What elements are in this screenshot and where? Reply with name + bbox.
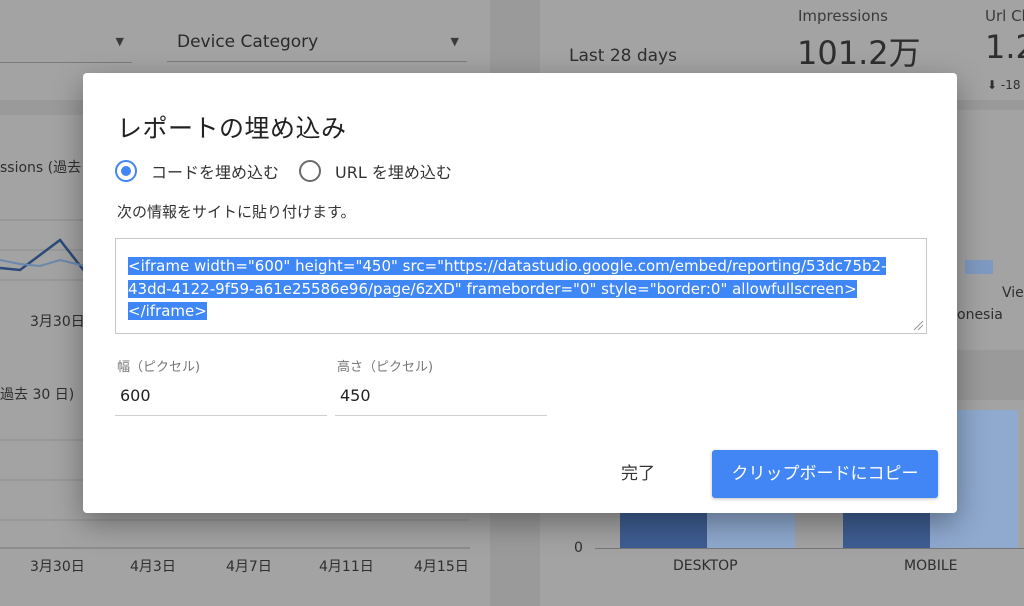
dialog-title: レポートの埋め込み (117, 114, 347, 143)
arrow-down-icon: ⬇ (987, 78, 998, 92)
url-ctr-label: Url Cl (985, 7, 1024, 25)
category-label: MOBILE (904, 558, 958, 574)
x-axis-date: 4月11日 (319, 559, 374, 575)
url-ctr-value: 1.2 (985, 28, 1024, 66)
width-field-label: 幅（ピクセル) (117, 360, 201, 375)
country-label: onesia (957, 307, 1003, 323)
x-axis-date: 3月30日 (30, 559, 85, 575)
height-field-label: 高さ（ピクセル) (337, 360, 434, 375)
url-ctr-delta: ⬇ -18 (987, 78, 1021, 92)
x-axis-label-top: 3月30日 (30, 314, 85, 330)
filter-dropdown-left[interactable]: ▼ (0, 22, 132, 63)
radio-embed-code[interactable] (115, 160, 137, 182)
x-axis-date: 4月7日 (226, 559, 272, 575)
view-label: Vie (1002, 285, 1024, 301)
resize-handle-icon[interactable] (912, 319, 924, 331)
chevron-down-icon: ▼ (115, 35, 124, 48)
impressions-label: Impressions (798, 7, 888, 25)
chevron-down-icon: ▼ (450, 35, 459, 48)
device-category-dropdown[interactable]: Device Category ▼ (167, 22, 467, 62)
category-label: DESKTOP (673, 558, 738, 574)
done-button[interactable]: 完了 (598, 459, 678, 489)
embed-code-textarea[interactable]: <iframe width="600" height="450" src="ht… (115, 238, 927, 334)
embed-code-text: <iframe width="600" height="450" src="ht… (128, 257, 887, 320)
y-axis-zero: 0 (574, 540, 583, 556)
impressions-value: 101.2万 (797, 34, 921, 72)
copy-to-clipboard-button[interactable]: クリップボードにコピー (712, 450, 938, 498)
width-field[interactable]: 600 (115, 382, 327, 416)
bar-mark (965, 260, 993, 274)
radio-embed-url-label[interactable]: URL を埋め込む (335, 159, 452, 183)
radio-embed-code-label[interactable]: コードを埋め込む (151, 159, 279, 183)
axis-baseline (595, 548, 1024, 549)
instructions-text: 次の情報をサイトに貼り付けます。 (117, 203, 356, 221)
x-axis-date: 4月15日 (414, 559, 469, 575)
line-chart-top-left (0, 219, 90, 281)
embed-report-dialog: レポートの埋め込み コードを埋め込む URL を埋め込む 次の情報をサイトに貼り… (83, 73, 957, 513)
radio-embed-url[interactable] (299, 160, 322, 182)
x-axis-date: 4月3日 (130, 559, 176, 575)
period-label: Last 28 days (569, 46, 677, 66)
chart-title-bottom-left: 過去 30 日) (0, 387, 75, 403)
embed-type-radio-group: コードを埋め込む URL を埋め込む (115, 157, 472, 185)
height-field[interactable]: 450 (335, 382, 547, 416)
